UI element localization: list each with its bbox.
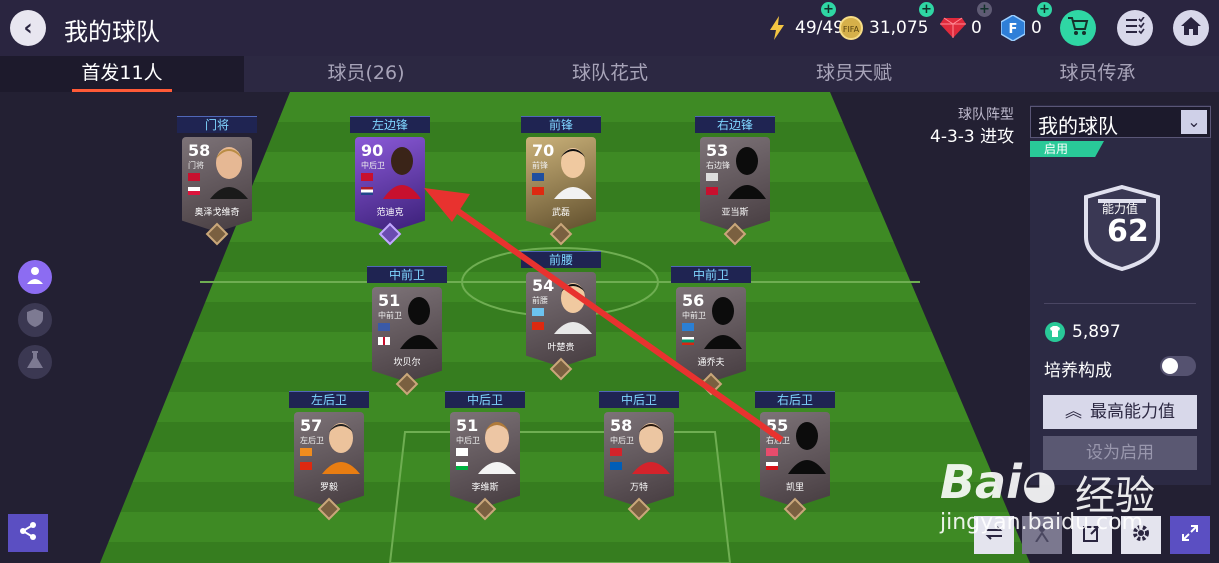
set-active-label: 设为启用: [1086, 443, 1154, 463]
expand-icon: [1181, 524, 1199, 546]
ability-value: 62: [1107, 214, 1149, 249]
formation-value[interactable]: 4-3-3 进攻: [930, 122, 1014, 147]
expand-button[interactable]: [1170, 516, 1210, 554]
divider: [1044, 303, 1196, 304]
training-label: 培养构成: [1044, 361, 1112, 381]
paw-icon: ◕: [1021, 462, 1057, 508]
formation-title: 球队阵型: [958, 107, 1014, 123]
share-icon: [18, 521, 38, 545]
watermark-brand: Bai◕: [940, 455, 1057, 509]
max-ability-label: 最高能力值: [1090, 402, 1175, 422]
share-button[interactable]: [8, 514, 48, 552]
squad-name: 我的球队: [1038, 114, 1118, 138]
watermark-url: jingyan.baidu.com: [940, 510, 1144, 535]
jersey-icon: [1045, 322, 1065, 342]
training-coins-value: 5,897: [1072, 322, 1121, 342]
training-toggle[interactable]: [1160, 356, 1196, 376]
chevron-up-icon: ︽: [1065, 402, 1082, 422]
status-badge: 启用: [1030, 141, 1104, 157]
chevron-down-icon[interactable]: ⌄: [1181, 110, 1207, 134]
toggle-knob: [1162, 358, 1178, 374]
watermark-brand-text: Bai: [940, 455, 1022, 509]
squad-select[interactable]: 我的球队 ⌄: [1030, 106, 1211, 138]
max-ability-button[interactable]: ︽ 最高能力值: [1043, 395, 1197, 429]
